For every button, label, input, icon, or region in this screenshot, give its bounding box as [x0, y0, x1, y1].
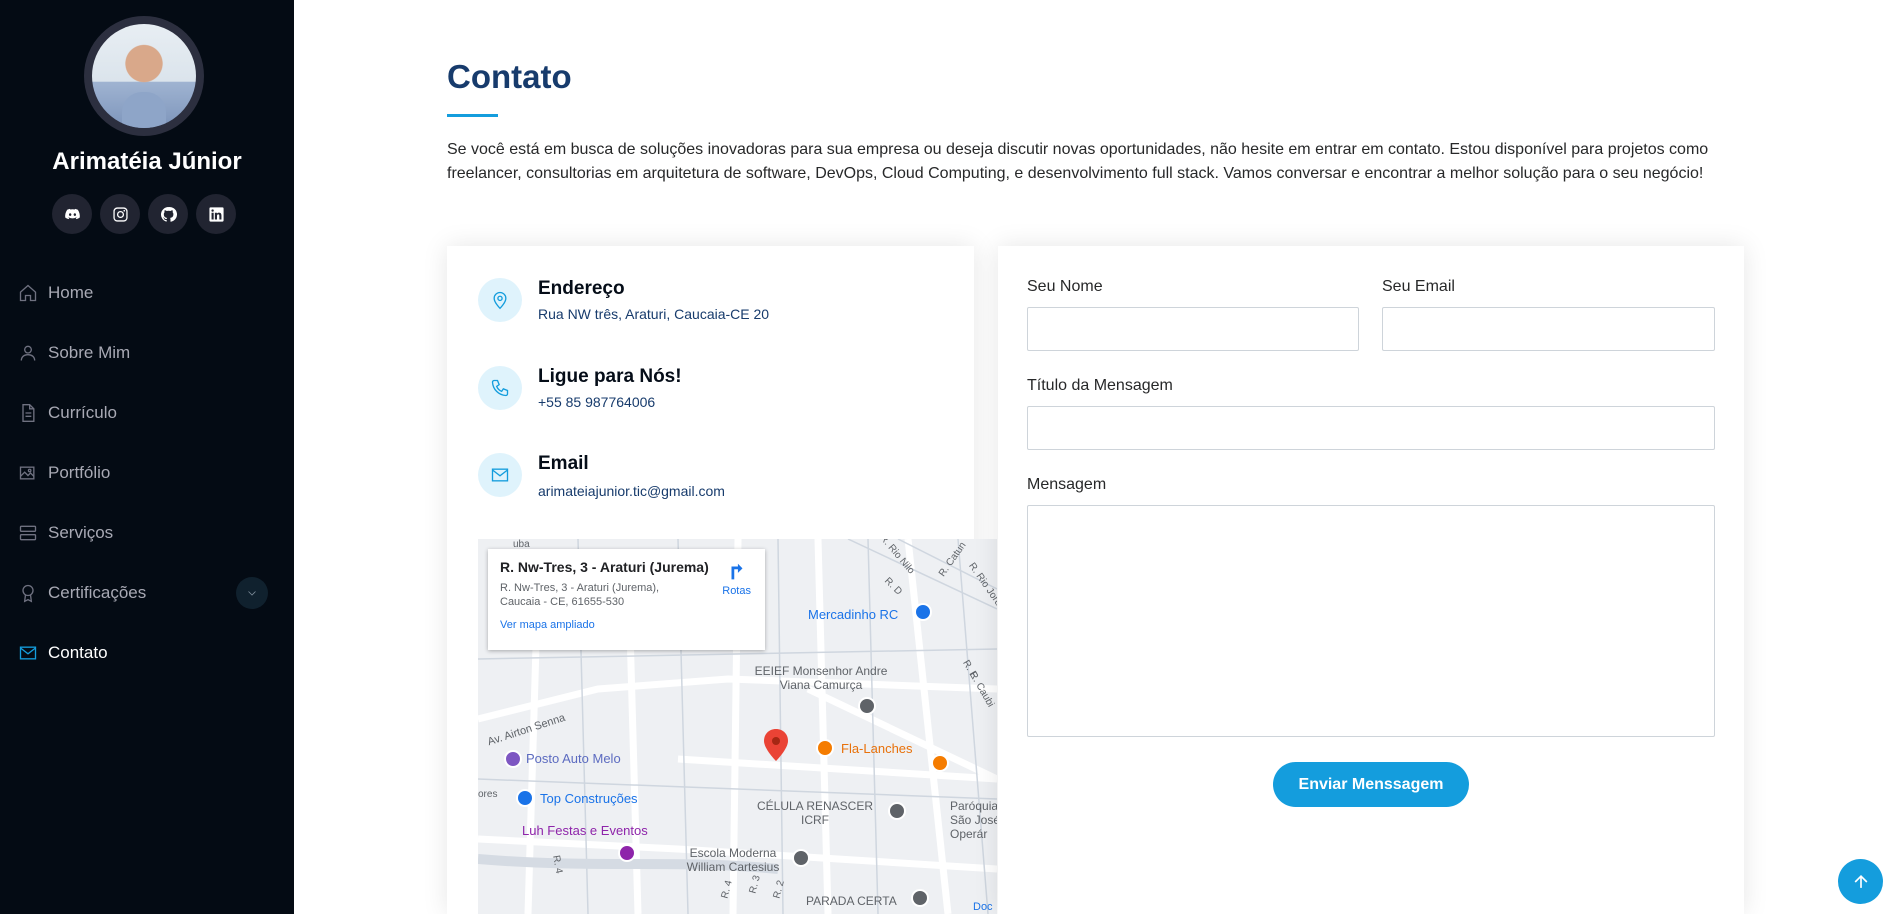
phone-heading: Ligue para Nós! — [538, 366, 682, 387]
directions-icon — [731, 563, 743, 580]
linkedin-link[interactable] — [196, 194, 236, 234]
gas-station-pin-icon — [504, 750, 522, 768]
sidebar-item-home[interactable]: Home — [0, 263, 294, 323]
social-links — [52, 194, 236, 234]
submenu-toggle[interactable] — [236, 577, 268, 609]
github-icon — [160, 206, 177, 222]
sidebar: Arimatéia Júnior Home Sobre Mim Currícul… — [0, 0, 294, 914]
avatar — [84, 16, 204, 136]
sidebar-item-label: Sobre Mim — [48, 343, 131, 362]
linkedin-icon — [208, 206, 224, 222]
map-place-address: R. Nw-Tres, 3 - Araturi (Jurema), Caucai… — [500, 582, 660, 608]
message-label: Mensagem — [1027, 476, 1107, 493]
github-link[interactable] — [148, 194, 188, 234]
arrow-up-icon — [1854, 874, 1867, 888]
event-pin-icon — [618, 844, 636, 862]
restaurant-pin-icon — [816, 739, 834, 757]
map-place-label: Mercadinho RC — [808, 607, 899, 622]
school-pin-icon — [792, 849, 810, 867]
email-label: Seu Email — [1382, 278, 1455, 295]
phone-text: +55 85 987764006 — [538, 394, 656, 410]
map-place-label: EEIEF Monsenhor Andre Viana Camurça — [754, 664, 888, 692]
email-heading: Email — [538, 453, 589, 474]
location-marker-icon — [764, 729, 788, 761]
instagram-link[interactable] — [100, 194, 140, 234]
page-title: Contato — [447, 58, 572, 95]
sidebar-item-label: Portfólio — [48, 463, 111, 482]
map-place-label: Luh Festas e Eventos — [522, 823, 648, 838]
envelope-icon — [478, 453, 522, 497]
street-label: ores — [478, 789, 498, 800]
name-label: Seu Nome — [1027, 278, 1103, 295]
sidebar-item-contato[interactable]: Contato — [0, 623, 294, 683]
store-pin-icon — [914, 603, 932, 621]
map-place-label: Doc — [973, 901, 993, 913]
sidebar-item-portfolio[interactable]: Portfólio — [0, 443, 294, 503]
sidebar-item-certificacoes[interactable]: Certificações — [0, 563, 294, 623]
map-place-label: CÉLULA RENASCER ICRF — [756, 799, 874, 827]
title-underline — [447, 114, 498, 117]
map-place-title: R. Nw-Tres, 3 - Araturi (Jurema) — [500, 559, 709, 575]
map-enlarge-link[interactable]: Ver mapa ampliado — [500, 619, 753, 631]
contact-form-card: Seu Nome Seu Email Título da Mensagem Me… — [998, 246, 1744, 914]
subject-field[interactable] — [1027, 406, 1715, 450]
send-message-button[interactable]: Enviar Menssagem — [1273, 762, 1469, 807]
intro-text: Se você está em busca de soluções inovad… — [447, 141, 1709, 182]
map-place-label: Top Construções — [540, 791, 638, 806]
map-place-label: Escola Moderna William Cartesius — [686, 846, 780, 874]
address-text: Rua NW três, Araturi, Caucaia-CE 20 — [538, 306, 770, 322]
street-label: uba — [513, 539, 530, 550]
embedded-map[interactable]: R. Nw-Tres, 3 - Araturi (Jurema) R. Nw-T… — [478, 539, 997, 914]
shop-pin-icon — [516, 789, 534, 807]
sidebar-nav: Home Sobre Mim Currículo Portfólio Servi… — [0, 263, 294, 683]
subject-label: Título da Mensagem — [1027, 377, 1173, 394]
sidebar-item-label: Certificações — [48, 583, 147, 602]
email-text: arimateiajunior.tic@gmail.com — [538, 483, 725, 499]
map-place-label: Fla-Lanches — [841, 741, 913, 756]
award-icon — [22, 584, 34, 603]
sidebar-item-label: Home — [48, 283, 94, 302]
back-to-top-button[interactable] — [1838, 859, 1883, 904]
file-icon — [22, 404, 35, 422]
discord-icon — [64, 208, 80, 219]
geo-icon — [478, 278, 522, 322]
phone-icon — [478, 366, 522, 410]
email-field[interactable] — [1382, 307, 1715, 351]
envelope-icon — [19, 646, 37, 660]
place-pin-icon — [911, 889, 929, 907]
sidebar-item-label: Serviços — [48, 523, 114, 542]
school-pin-icon — [858, 697, 876, 715]
sidebar-item-label: Currículo — [48, 403, 117, 422]
map-place-label: PARADA CERTA — [806, 894, 897, 908]
sidebar-item-sobre-mim[interactable]: Sobre Mim — [0, 323, 294, 383]
map-directions-button[interactable]: Rotas — [722, 561, 751, 597]
profile-name: Arimatéia Júnior — [52, 148, 242, 175]
contact-info-card: Endereço Rua NW três, Araturi, Caucaia-C… — [447, 246, 997, 914]
chevron-down-icon — [248, 591, 256, 596]
home-icon — [19, 284, 37, 302]
message-textarea[interactable] — [1027, 505, 1715, 737]
map-directions-label: Rotas — [722, 585, 751, 597]
sidebar-item-curriculo[interactable]: Currículo — [0, 383, 294, 443]
profile-photo — [92, 24, 196, 128]
server-icon — [19, 525, 37, 541]
person-icon — [20, 345, 36, 361]
images-icon — [19, 466, 35, 480]
restaurant-pin-icon — [931, 754, 949, 772]
discord-link[interactable] — [52, 194, 92, 234]
instagram-icon — [112, 206, 128, 222]
map-place-label: Paróquia São José Operár — [950, 799, 997, 841]
sidebar-item-servicos[interactable]: Serviços — [0, 503, 294, 563]
address-heading: Endereço — [538, 278, 625, 299]
map-place-label: Posto Auto Melo — [526, 751, 621, 766]
building-pin-icon — [888, 802, 906, 820]
map-info-card: R. Nw-Tres, 3 - Araturi (Jurema) R. Nw-T… — [488, 549, 765, 650]
sidebar-item-label: Contato — [48, 643, 108, 662]
name-field[interactable] — [1027, 307, 1359, 351]
